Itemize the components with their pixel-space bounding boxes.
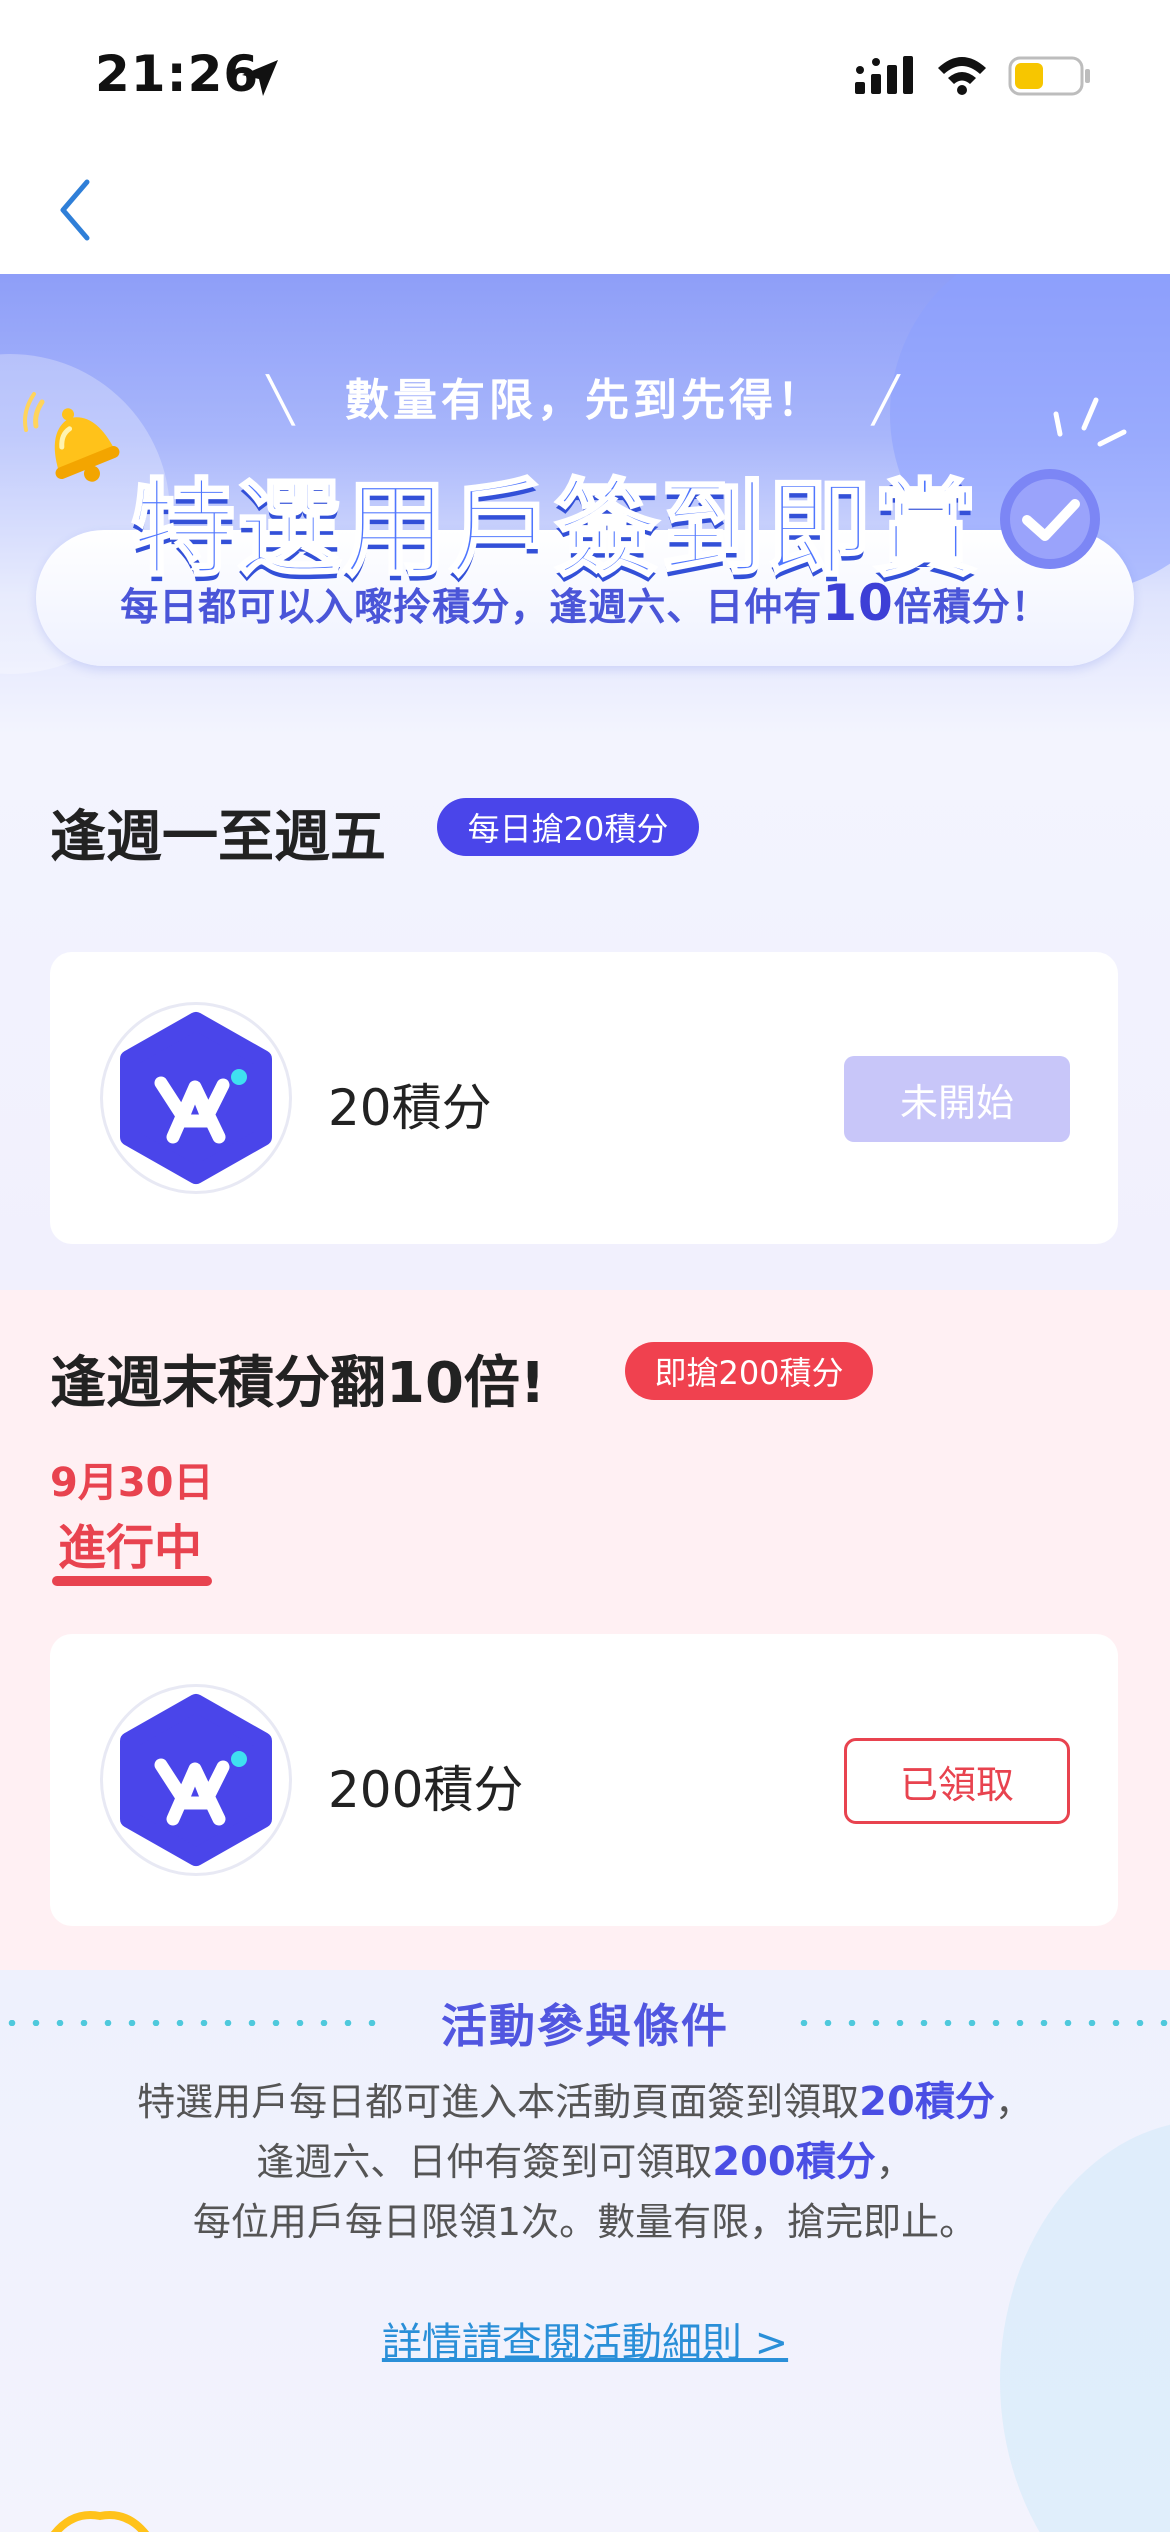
date-label: 9月30日 (50, 1460, 214, 1506)
app-logo (100, 1002, 292, 1194)
not-started-button[interactable]: 未開始 (844, 1056, 1070, 1142)
hero-subtitle-highlight: 10 (822, 574, 894, 632)
reward-amount: 20積分 (328, 1079, 492, 1137)
conditions-text: ， (875, 2140, 914, 2184)
conditions-text: 特選用戶每日都可進入本活動頁面簽到領取 (137, 2080, 860, 2124)
nav-bar (0, 150, 1170, 274)
bell-icon (23, 392, 120, 482)
status-underline (52, 1576, 212, 1586)
weekday-section: 逢週一至週五 每日搶20積分 20積分 未開始 (0, 734, 1170, 1290)
weekday-badge: 每日搶20積分 (437, 798, 699, 856)
bell-icon (50, 2511, 150, 2532)
weekday-reward-card: 20積分 未開始 (50, 952, 1118, 1244)
hero-subtitle-part1: 每日都可以入嚟拎積分，逢週六、日仲有 (120, 585, 823, 629)
status-label: 進行中 (58, 1520, 203, 1576)
weekend-heading: 逢週末積分翻10倍! (50, 1351, 546, 1416)
weekend-badge: 即搶200積分 (625, 1342, 873, 1400)
battery-icon (1008, 56, 1090, 96)
hero-slogan-text: 數量有限，先到先得！ (345, 375, 825, 426)
check-circle-icon (1000, 469, 1100, 569)
slash-left: ╲ (267, 375, 298, 426)
weekday-heading: 逢週一至週五 (50, 805, 386, 870)
conditions-text: ， (994, 2080, 1033, 2124)
hero-banner: ╲ 數量有限，先到先得！ ╱ 特選用戶簽到即賞 每日都可以入嚟拎積分，逢週六、日… (0, 274, 1170, 734)
rules-link[interactable]: 詳情請查閱活動細則 > (0, 2310, 1170, 2368)
claimed-button[interactable]: 已領取 (844, 1738, 1070, 1824)
conditions-section: 活動參與條件 特選用戶每日都可進入本活動頁面簽到領取20積分， 逢週六、日仲有簽… (0, 1970, 1170, 2532)
conditions-highlight: 200積分 (712, 2139, 876, 2185)
status-time: 21:26 (95, 45, 260, 103)
hero-subtitle-part2: 倍積分！ (893, 585, 1050, 629)
cellular-signal-icon (855, 56, 913, 94)
back-button[interactable] (40, 170, 110, 250)
conditions-title: 活動參與條件 (441, 1999, 729, 2053)
status-bar: 21:26 (0, 0, 1170, 150)
sparkle-icon (1053, 397, 1127, 447)
hero-subtitle: 每日都可以入嚟拎積分，逢週六、日仲有10倍積分！ (36, 574, 1134, 632)
slash-right: ╱ (872, 375, 903, 426)
hero-slogan: ╲ 數量有限，先到先得！ ╱ (0, 364, 1170, 428)
weekend-reward-card: 200積分 已領取 (50, 1634, 1118, 1926)
app-logo (100, 1684, 292, 1876)
conditions-line: 特選用戶每日都可進入本活動頁面簽到領取20積分， (40, 2072, 1130, 2132)
conditions-line: 逢週六、日仲有簽到可領取200積分， (40, 2132, 1130, 2192)
app-logo-icon (120, 1694, 272, 1866)
conditions-line: 每位用戶每日限領1次。數量有限，搶完即止。 (192, 2200, 978, 2244)
app-logo-icon (120, 1012, 272, 1184)
weekend-section: 逢週末積分翻10倍! 即搶200積分 9月30日 進行中 200積分 已領取 (0, 1290, 1170, 1970)
hero-title: 特選用戶簽到即賞 (129, 467, 979, 592)
reward-amount: 200積分 (328, 1761, 524, 1819)
wifi-icon (938, 57, 986, 95)
location-arrow-icon (242, 60, 278, 96)
chevron-left-icon (60, 179, 90, 241)
conditions-highlight: 20積分 (859, 2079, 995, 2125)
conditions-text: 逢週六、日仲有簽到可領取 (256, 2140, 713, 2184)
